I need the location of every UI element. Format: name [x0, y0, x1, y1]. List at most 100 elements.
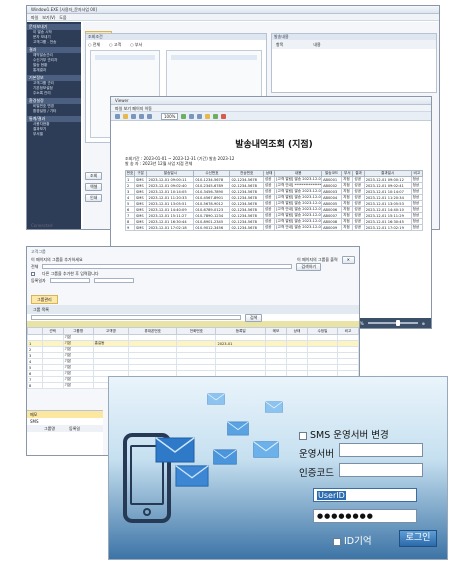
save-icon[interactable] [123, 113, 128, 119]
filter-row: 전체 검색하기 [27, 262, 359, 271]
grid-col-header[interactable]: 메모 [265, 327, 287, 335]
envelope-icon [155, 437, 195, 463]
sidebar-item[interactable]: 환경설정 / 기타 [27, 109, 81, 114]
radio-dept[interactable]: 부서 [135, 42, 142, 47]
detail-panel: 발송내용 항목 내용 [271, 33, 437, 93]
radio-customer[interactable]: 고객 [114, 42, 121, 47]
check-label: 다른 그룹을 추가한 후 입력합니다 [42, 271, 99, 276]
sidebar-item[interactable]: 주소록 관리 [27, 91, 81, 96]
grid-col-header[interactable]: 전화번호 [176, 327, 217, 335]
print-icon[interactable] [131, 113, 136, 119]
zoom-in-icon[interactable]: ⊕ [422, 321, 425, 326]
grid-col-header[interactable]: 비고 [336, 327, 359, 335]
grid-col-header[interactable]: 그룹명 [62, 327, 94, 335]
report-cell: 성공 [352, 224, 365, 231]
close-button[interactable]: ✕ [341, 255, 355, 264]
grid-search-button[interactable]: 검색 [245, 313, 263, 322]
grid-col-header[interactable]: 고객명 [92, 327, 130, 335]
memo-title: 메모 [27, 411, 103, 418]
report-cell: [고객 안내] **************** [274, 182, 323, 189]
radio-all[interactable]: 전체 [93, 42, 100, 47]
excel-button[interactable]: 엑셀 [85, 183, 103, 191]
envelope-icon [265, 401, 283, 413]
query-button[interactable]: 조회 [85, 172, 103, 180]
grid-col-header[interactable]: 선택 [41, 327, 64, 335]
report-cell: 02-1234-5678 [229, 224, 264, 231]
login-button[interactable]: 로그인 [399, 530, 437, 547]
menu-help[interactable]: 도움 [59, 15, 66, 20]
report-cell: 성공 [262, 224, 276, 231]
memo-col: 등록일 [69, 426, 81, 431]
report-cell: [고객 알림] 발송 2023-12-01 [274, 176, 323, 183]
menu-file[interactable]: 파일 [31, 15, 38, 20]
sidebar-item[interactable]: 통계결과 [27, 68, 81, 73]
grid-col-header[interactable]: 수정일 [306, 327, 338, 335]
menu-view[interactable]: 보기(V) [42, 15, 55, 20]
report-cell: 2023-12-01 17:02:18 [146, 224, 195, 231]
auth-code-label: 인증코드 [299, 468, 334, 479]
date-label: 등록일자 [31, 278, 46, 283]
add-checkbox[interactable] [31, 271, 35, 276]
grid-col-header[interactable]: 상태 [285, 327, 308, 335]
open-icon[interactable] [115, 113, 120, 119]
refresh-icon[interactable] [213, 113, 219, 119]
viewer-title: Viewer [111, 97, 431, 105]
grid-filter: 검색 [27, 313, 359, 322]
viewer-menu[interactable]: 파일 보기 페이지 이동 [111, 105, 431, 112]
prev-page-icon[interactable] [147, 113, 152, 119]
combo-label: 전체 [31, 264, 39, 269]
print-button[interactable]: 인쇄 [85, 194, 103, 202]
login-window: SMS 운영서버 변경 운영서버 인증코드 UserID ●●●●●●●● ID… [108, 376, 448, 560]
report-cell: [고객 안내] 발송 2023-12-01 [274, 224, 323, 231]
remember-row[interactable]: ID기억 [333, 533, 372, 547]
grid-col-header[interactable]: 등록일 [215, 327, 266, 335]
group-combo[interactable] [42, 264, 293, 269]
remember-checkbox[interactable] [333, 537, 341, 546]
report-cell: [고객 알림] 발송 2023-12-01 [274, 200, 323, 207]
grid-search-input[interactable] [31, 315, 241, 320]
report-cell: 지점 [341, 224, 354, 231]
report-cell: 010-9012-3456 [193, 224, 231, 231]
memo-item[interactable]: SMS [27, 418, 103, 425]
date-from[interactable] [49, 278, 90, 283]
sub-tab[interactable]: 그룹 목록 [27, 305, 359, 314]
userid-input[interactable]: UserID [313, 488, 417, 502]
zoom-select[interactable]: 100% [161, 112, 179, 120]
server-change-checkbox[interactable] [299, 431, 307, 440]
grid-col-header[interactable] [27, 327, 43, 335]
report-cell: 9 [125, 224, 135, 231]
tab-group-manage[interactable]: 그룹관리 [31, 295, 58, 304]
date-to[interactable] [93, 278, 134, 283]
sidebar-item[interactable]: 부서별 [27, 132, 81, 137]
radio-row: ○ 전체 ○ 고객 ○ 부서 [88, 42, 143, 47]
search-button[interactable]: 검색하기 [296, 262, 322, 271]
envelope-icon [253, 441, 279, 458]
grid-col-header[interactable]: 휴대폰번호 [128, 327, 178, 335]
export-icon[interactable] [197, 113, 203, 119]
last-page-icon[interactable] [189, 113, 195, 119]
print-group-hint[interactable]: 이 페이지의 그룹을 출력 [297, 257, 338, 262]
sidebar-item[interactable]: 고객그룹 - 전송 [27, 40, 81, 45]
find-icon[interactable] [205, 113, 211, 119]
envelope-icon [213, 449, 237, 465]
zoom-slider[interactable] [367, 320, 418, 326]
first-page-icon[interactable] [139, 113, 144, 119]
report-col-header: 번호 [125, 170, 135, 177]
memo-header: 그룹명 등록일 [27, 425, 103, 432]
report-cell: 정상 [410, 224, 424, 231]
next-page-icon[interactable] [181, 113, 187, 119]
report-cell: SMS [133, 224, 148, 231]
userid-value: UserID [317, 491, 346, 500]
server-change-row[interactable]: SMS 운영서버 변경 [299, 427, 389, 441]
date-row: 등록일자 [27, 277, 359, 284]
report-title: 발송내역조회 (지점) [235, 140, 313, 150]
server-input[interactable] [339, 443, 423, 457]
auth-code-input[interactable] [339, 463, 423, 477]
close-icon[interactable] [221, 113, 227, 119]
report-cell: [고객 안내] 발송 2023-12-01 [274, 206, 323, 213]
password-input[interactable]: ●●●●●●●● [313, 509, 417, 523]
report-cell: AB0009 [321, 224, 343, 231]
add-group-hint[interactable]: 이 페이지의 그룹을 추가하세요 [31, 257, 83, 262]
option-row: 다른 그룹을 추가한 후 입력합니다 [27, 270, 359, 277]
group-title: 고객그룹 [31, 249, 46, 254]
